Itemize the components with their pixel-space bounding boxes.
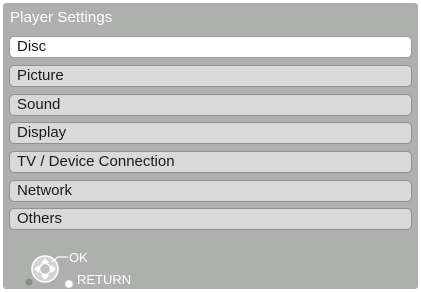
menu-item-sound[interactable]: Sound	[9, 94, 412, 116]
settings-panel: Player Settings Disc Picture Sound Displ…	[3, 3, 418, 289]
nav-hint: OK RETURN	[24, 249, 144, 289]
return-label: RETURN	[77, 272, 132, 287]
menu-item-disc[interactable]: Disc	[9, 36, 412, 58]
menu-item-others[interactable]: Others	[9, 208, 412, 230]
menu-item-display[interactable]: Display	[9, 122, 412, 144]
menu-item-network[interactable]: Network	[9, 180, 412, 202]
page-title: Player Settings	[10, 9, 113, 26]
menu-item-picture[interactable]: Picture	[9, 65, 412, 87]
menu-item-tv-device-connection[interactable]: TV / Device Connection	[9, 151, 412, 173]
ok-label: OK	[69, 250, 88, 265]
return-button-icon	[64, 279, 74, 289]
